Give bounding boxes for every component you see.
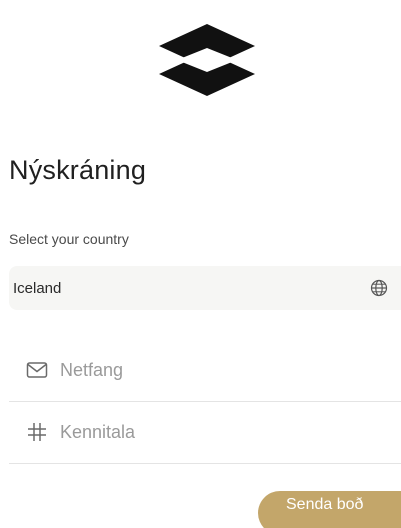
brand-logo-icon [159,24,255,96]
hash-icon [25,420,49,444]
signup-page: Nýskráning Select your country Iceland N… [0,0,401,528]
country-select[interactable]: Iceland [9,266,401,310]
send-invite-button[interactable]: Senda boð [258,491,401,528]
globe-icon [370,279,388,297]
page-title: Nýskráning [9,155,147,185]
send-invite-label: Senda boð [286,496,364,513]
kennitala-input[interactable] [60,421,360,443]
email-field-row [9,339,401,402]
kennitala-field-row [9,401,401,464]
country-label: Select your country [9,231,129,247]
country-selected-value: Iceland [13,279,62,297]
mail-icon [25,358,49,382]
email-input[interactable] [60,359,360,381]
